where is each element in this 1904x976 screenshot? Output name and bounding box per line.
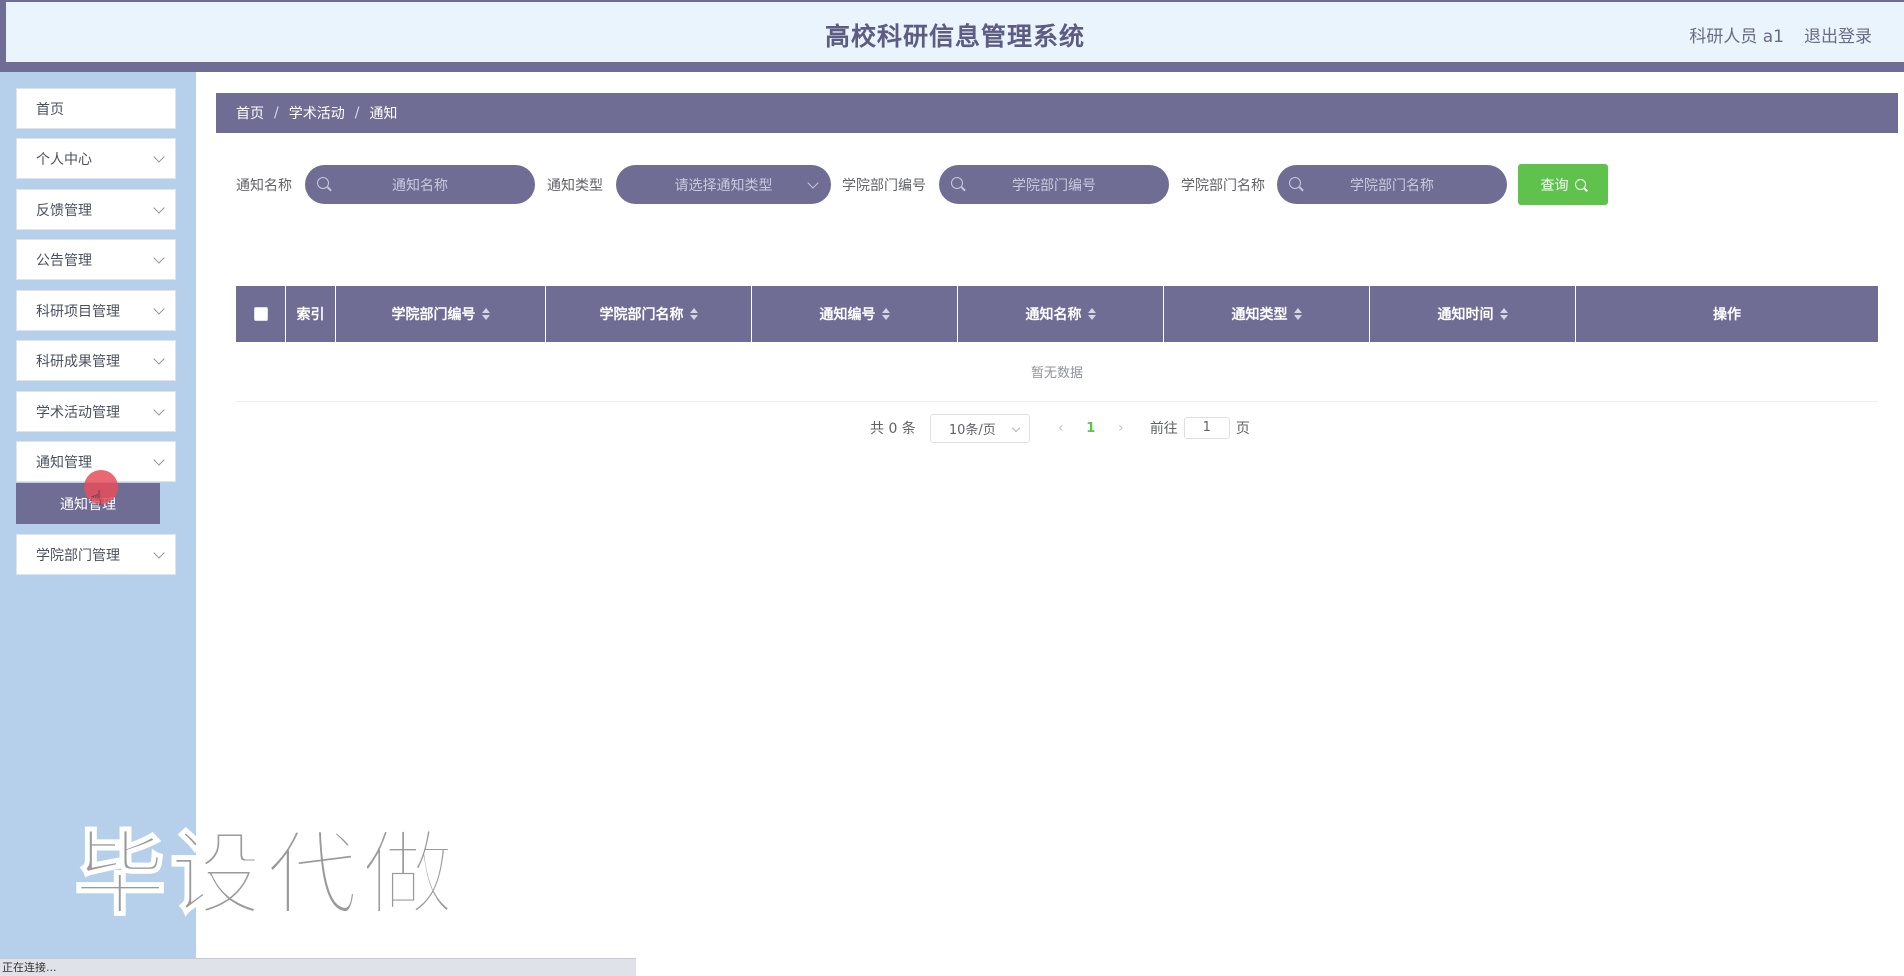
- column-header-actions: 操作: [1576, 286, 1878, 342]
- column-header-notice-code[interactable]: 通知编号: [752, 286, 958, 342]
- column-header-notice-time[interactable]: 通知时间: [1370, 286, 1576, 342]
- search-icon: [951, 177, 963, 189]
- sidebar-item-label: 首页: [36, 101, 64, 118]
- goto-prefix: 前往: [1149, 421, 1178, 437]
- notice-name-placeholder: 通知名称: [392, 177, 448, 194]
- breadcrumb-separator: /: [354, 105, 360, 121]
- chevron-down-icon: [153, 151, 165, 163]
- table-header: 索引 学院部门编号 学院部门名称 通知编号 通知名称 通知类型 通知时间 操作: [236, 286, 1878, 342]
- breadcrumb-notice: 通知: [369, 106, 398, 122]
- sidebar-item-home[interactable]: 首页: [16, 88, 176, 129]
- sidebar-item-research-result[interactable]: 科研成果管理: [16, 340, 176, 381]
- notice-name-label: 通知名称: [236, 178, 292, 194]
- chevron-down-icon: [153, 353, 165, 365]
- column-header-dept-code[interactable]: 学院部门编号: [336, 286, 546, 342]
- column-label: 通知编号: [819, 307, 876, 323]
- sidebar-item-label: 通知管理: [36, 454, 92, 471]
- notice-type-label: 通知类型: [547, 178, 603, 194]
- select-all-header: [236, 286, 286, 342]
- breadcrumb-separator: /: [274, 105, 279, 121]
- page-size-value: 10条/页: [948, 422, 996, 438]
- sidebar-item-dept[interactable]: 学院部门管理: [16, 534, 176, 575]
- sidebar-item-label: 学术活动管理: [36, 404, 120, 421]
- top-header: 高校科研信息管理系统 科研人员 a1 退出登录: [0, 0, 1904, 72]
- breadcrumb-home[interactable]: 首页: [236, 103, 264, 123]
- sort-icon[interactable]: [1293, 308, 1302, 320]
- chevron-down-icon: [153, 252, 165, 264]
- breadcrumb-academic[interactable]: 学术活动: [289, 103, 345, 123]
- empty-state: 暂无数据: [236, 342, 1878, 402]
- column-header-notice-name[interactable]: 通知名称: [958, 286, 1164, 342]
- query-button-label: 查询: [1540, 177, 1569, 194]
- goto-page-input[interactable]: 1: [1183, 417, 1230, 439]
- column-label: 学院部门名称: [599, 307, 684, 323]
- chevron-down-icon: [1011, 423, 1021, 432]
- dept-name-label: 学院部门名称: [1181, 178, 1265, 194]
- sidebar-item-label: 科研成果管理: [36, 353, 120, 370]
- chevron-down-icon: [807, 177, 819, 189]
- column-header-index: 索引: [286, 286, 336, 342]
- column-label: 操作: [1713, 307, 1741, 323]
- column-label: 通知类型: [1231, 307, 1288, 323]
- sort-icon[interactable]: [1087, 308, 1096, 320]
- page-size-select[interactable]: 10条/页: [929, 413, 1030, 443]
- column-label: 学院部门编号: [391, 307, 476, 323]
- notice-table: 索引 学院部门编号 学院部门名称 通知编号 通知名称 通知类型 通知时间 操作: [236, 286, 1878, 402]
- goto-page: 前往 1 页: [1150, 417, 1250, 439]
- sidebar-item-label: 学院部门管理: [36, 547, 120, 564]
- column-header-dept-name[interactable]: 学院部门名称: [546, 286, 752, 342]
- column-label: 通知时间: [1437, 307, 1494, 323]
- watermark-text: 毕设代做: [73, 820, 459, 929]
- sidebar-item-label: 个人中心: [36, 151, 92, 168]
- notice-type-select[interactable]: 请选择通知类型: [616, 165, 831, 204]
- app-title: 高校科研信息管理系统: [824, 22, 1085, 51]
- pagination: 共 0 条 10条/页 ‹ 1 › 前往 1 页: [870, 413, 1250, 443]
- search-icon: [1289, 177, 1301, 189]
- column-header-notice-type[interactable]: 通知类型: [1164, 286, 1370, 342]
- sidebar-item-academic-activity[interactable]: 学术活动管理: [16, 391, 176, 432]
- dept-name-placeholder: 学院部门名称: [1350, 177, 1434, 194]
- column-label: 通知名称: [1025, 307, 1082, 323]
- hand-cursor-icon: ☝: [90, 486, 103, 510]
- sidebar-item-label: 科研项目管理: [36, 303, 120, 320]
- sidebar-item-label: 公告管理: [36, 252, 92, 269]
- sidebar-item-personal-center[interactable]: 个人中心: [16, 138, 176, 179]
- goto-suffix: 页: [1235, 421, 1250, 437]
- query-button[interactable]: 查询: [1518, 164, 1608, 205]
- chevron-down-icon: [153, 547, 165, 559]
- chevron-down-icon: [153, 454, 165, 466]
- chevron-down-icon: [153, 202, 165, 214]
- sidebar-item-label: 反馈管理: [36, 202, 92, 219]
- dept-code-placeholder: 学院部门编号: [1012, 177, 1096, 194]
- search-icon: [1574, 179, 1586, 190]
- header-panel: 高校科研信息管理系统 科研人员 a1 退出登录: [6, 2, 1904, 62]
- sort-icon[interactable]: [1499, 308, 1508, 320]
- sidebar-item-feedback[interactable]: 反馈管理: [16, 189, 176, 230]
- browser-status-bar: 正在连接...: [0, 958, 636, 976]
- notice-type-placeholder: 请选择通知类型: [674, 177, 773, 194]
- search-icon: [317, 177, 329, 189]
- user-label: 科研人员 a1: [1689, 27, 1784, 47]
- chevron-down-icon: [153, 303, 165, 315]
- next-page-icon[interactable]: ›: [1106, 420, 1136, 436]
- prev-page-icon[interactable]: ‹: [1046, 420, 1076, 436]
- column-label: 索引: [296, 307, 325, 323]
- total-count: 共 0 条: [870, 421, 916, 437]
- sidebar-item-announcement[interactable]: 公告管理: [16, 239, 176, 280]
- breadcrumb: 首页 / 学术活动 / 通知: [216, 93, 1898, 133]
- page-number-current[interactable]: 1: [1076, 421, 1106, 436]
- sort-icon[interactable]: [481, 308, 490, 320]
- chevron-down-icon: [153, 404, 165, 416]
- select-all-checkbox[interactable]: [253, 307, 268, 321]
- sidebar-item-research-project[interactable]: 科研项目管理: [16, 290, 176, 331]
- sort-icon[interactable]: [881, 308, 890, 320]
- logout-link[interactable]: 退出登录: [1804, 22, 1872, 47]
- sort-icon[interactable]: [689, 308, 698, 320]
- notice-name-input[interactable]: 通知名称: [305, 165, 535, 204]
- dept-name-input[interactable]: 学院部门名称: [1277, 165, 1507, 204]
- dept-code-input[interactable]: 学院部门编号: [939, 165, 1169, 204]
- dept-code-label: 学院部门编号: [842, 178, 926, 194]
